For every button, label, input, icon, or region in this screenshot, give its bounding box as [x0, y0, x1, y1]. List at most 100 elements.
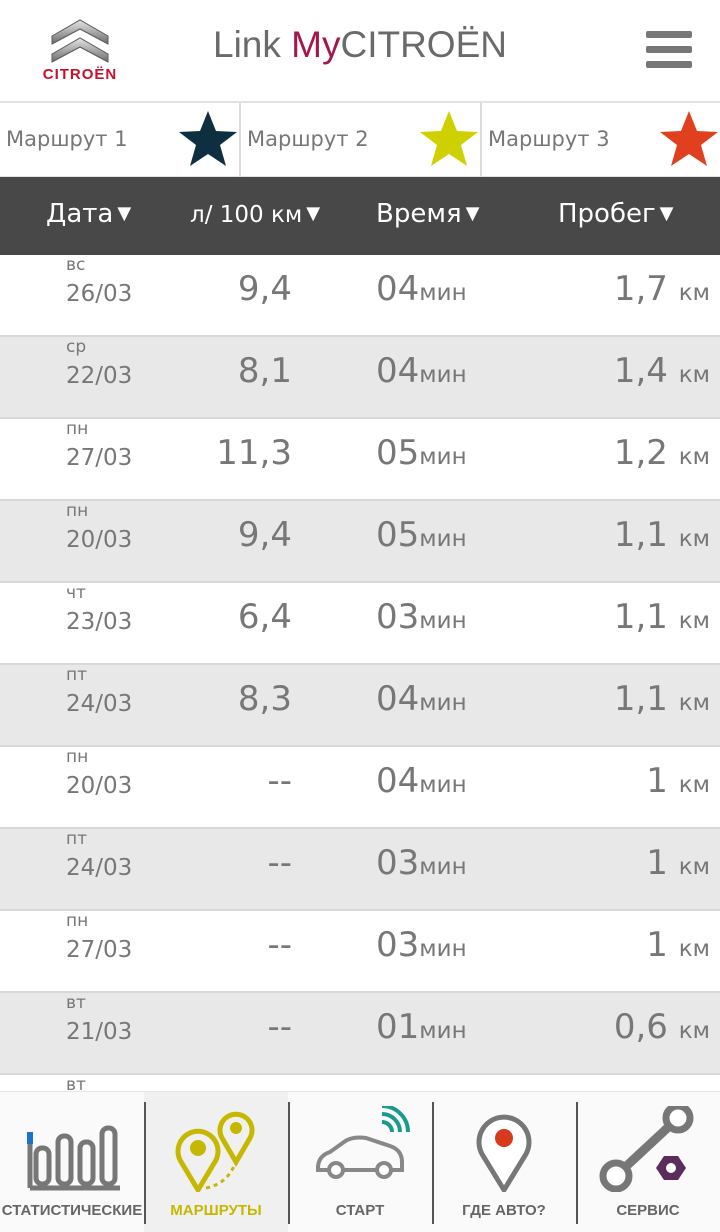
table-row[interactable]: пн 27/03 11,3 05мин 1,2 км: [0, 419, 720, 501]
route-tab-2[interactable]: Маршрут 2: [241, 103, 482, 177]
trip-weekday: пт: [66, 829, 88, 849]
trip-duration-value: 04: [376, 351, 420, 391]
route-tab-1[interactable]: Маршрут 1: [0, 103, 241, 177]
column-label-date: Дата: [46, 199, 114, 229]
trip-distance-value: 1,2: [613, 433, 668, 473]
table-row[interactable]: вт 21/03 -- 01мин 0,6 км: [0, 993, 720, 1075]
trip-duration: 01мин: [376, 1007, 467, 1047]
trip-distance-value: 1,7: [613, 269, 668, 309]
trip-weekday: пн: [66, 419, 89, 439]
trip-duration-unit: мин: [419, 854, 467, 880]
star-icon: [179, 111, 237, 166]
route-label: Маршрут 3: [488, 127, 610, 151]
star-icon: [420, 111, 478, 166]
nav-where-car[interactable]: ГДЕ АВТО?: [432, 1092, 576, 1232]
hamburger-icon: [646, 31, 692, 38]
trip-duration-unit: мин: [419, 526, 467, 552]
trip-duration-value: 04: [376, 679, 420, 719]
trip-distance-value: 1,4: [613, 351, 668, 391]
table-row[interactable]: вс 26/03 9,4 04мин 1,7 км: [0, 255, 720, 337]
nav-routes[interactable]: МАРШРУТЫ: [144, 1092, 288, 1232]
trip-weekday: вт: [66, 1075, 86, 1091]
route-tab-3[interactable]: Маршрут 3: [482, 103, 720, 177]
table-row[interactable]: пт 24/03 8,3 04мин 1,1 км: [0, 665, 720, 747]
trip-duration-value: 03: [376, 597, 420, 637]
wrench-icon: [599, 1106, 694, 1192]
trip-distance: 1 км: [646, 843, 710, 883]
table-row[interactable]: вт: [0, 1075, 720, 1091]
trip-weekday: пт: [66, 665, 88, 685]
trip-distance-unit: км: [678, 772, 710, 798]
trip-distance-unit: км: [678, 608, 710, 634]
trip-duration: 04мин: [376, 679, 467, 719]
trip-distance-unit: км: [678, 362, 710, 388]
sort-by-distance[interactable]: Пробег ▼: [558, 199, 674, 229]
star-icon: [660, 111, 718, 166]
table-row[interactable]: пн 20/03 9,4 05мин 1,1 км: [0, 501, 720, 583]
sort-by-time[interactable]: Время ▼: [376, 199, 479, 229]
trip-consumption: 8,3: [237, 679, 292, 719]
trip-weekday: пн: [66, 911, 89, 931]
app-title: Link MyCITROËN: [0, 24, 720, 66]
route-star-shape: [420, 111, 478, 166]
trip-date: 20/03: [66, 527, 133, 553]
table-row[interactable]: пт 24/03 -- 03мин 1 км: [0, 829, 720, 911]
trip-duration-unit: мин: [419, 690, 467, 716]
trip-duration: 04мин: [376, 351, 467, 391]
trip-date: 26/03: [66, 281, 133, 307]
trip-distance-value: 1,1: [613, 679, 668, 719]
route-star-shape: [660, 111, 718, 166]
title-my: My: [291, 24, 341, 65]
table-row[interactable]: чт 23/03 6,4 03мин 1,1 км: [0, 583, 720, 665]
trip-weekday: пн: [66, 501, 89, 521]
table-row[interactable]: ср 22/03 8,1 04мин 1,4 км: [0, 337, 720, 419]
trip-distance: 1,1 км: [614, 679, 710, 719]
trip-duration-value: 01: [376, 1007, 420, 1047]
sort-by-consumption[interactable]: л/ 100 км ▼: [190, 202, 320, 228]
trip-consumption: 9,4: [237, 269, 292, 309]
trip-consumption: --: [267, 843, 292, 883]
trip-distance-unit: км: [678, 854, 710, 880]
trip-duration-unit: мин: [419, 608, 467, 634]
sort-arrow-icon: ▼: [117, 203, 132, 224]
nav-label: СЕРВИС: [616, 1202, 680, 1219]
nav-service[interactable]: СЕРВИС: [576, 1092, 720, 1232]
hamburger-line: [646, 46, 692, 53]
trip-distance-unit: км: [678, 526, 710, 552]
trip-list[interactable]: вс 26/03 9,4 04мин 1,7 км ср 22/03 8,1 04мин 1,4 …: [0, 255, 720, 1091]
trip-duration: 04мин: [376, 761, 467, 801]
trip-date: 23/03: [66, 609, 133, 635]
trip-distance-value: 1,1: [613, 515, 668, 555]
trip-duration-unit: мин: [419, 362, 467, 388]
trip-distance-value: 1: [646, 843, 668, 883]
route-label: Маршрут 2: [247, 127, 369, 151]
title-prefix: Link: [213, 24, 292, 65]
route-label: Маршрут 1: [6, 127, 128, 151]
trip-duration-unit: мин: [419, 936, 467, 962]
nav-start[interactable]: СТАРТ: [288, 1092, 432, 1232]
table-row[interactable]: пн 20/03 -- 04мин 1 км: [0, 747, 720, 829]
trip-duration-value: 05: [376, 433, 420, 473]
trip-consumption: --: [267, 1007, 292, 1047]
route-star-shape: [179, 111, 237, 166]
trip-weekday: пн: [66, 747, 89, 767]
trip-weekday: вс: [66, 255, 86, 275]
location-pin-icon: [476, 1114, 532, 1192]
trip-distance-unit: км: [678, 280, 710, 306]
trip-date: 21/03: [66, 1019, 133, 1045]
sort-by-date[interactable]: Дата ▼: [46, 199, 131, 229]
trip-duration-unit: мин: [419, 772, 467, 798]
menu-button[interactable]: [646, 31, 692, 71]
nav-statistics[interactable]: СТАТИСТИЧЕСКИЕ: [0, 1092, 144, 1232]
trip-duration: 04мин: [376, 269, 467, 309]
trip-date: 27/03: [66, 937, 133, 963]
nav-label: СТАТИСТИЧЕСКИЕ: [1, 1202, 143, 1219]
route-tabs: Маршрут 1 Маршрут 2 Маршрут 3: [0, 103, 720, 177]
car-connected-icon: [316, 1106, 410, 1179]
trip-date: 20/03: [66, 773, 133, 799]
app-header: CITROËN Link MyCITROËN: [0, 0, 720, 103]
table-row[interactable]: пн 27/03 -- 03мин 1 км: [0, 911, 720, 993]
trip-distance-value: 0,6: [613, 1007, 668, 1047]
brand-name: CITROËN: [42, 66, 118, 83]
hamburger-line: [646, 61, 692, 68]
